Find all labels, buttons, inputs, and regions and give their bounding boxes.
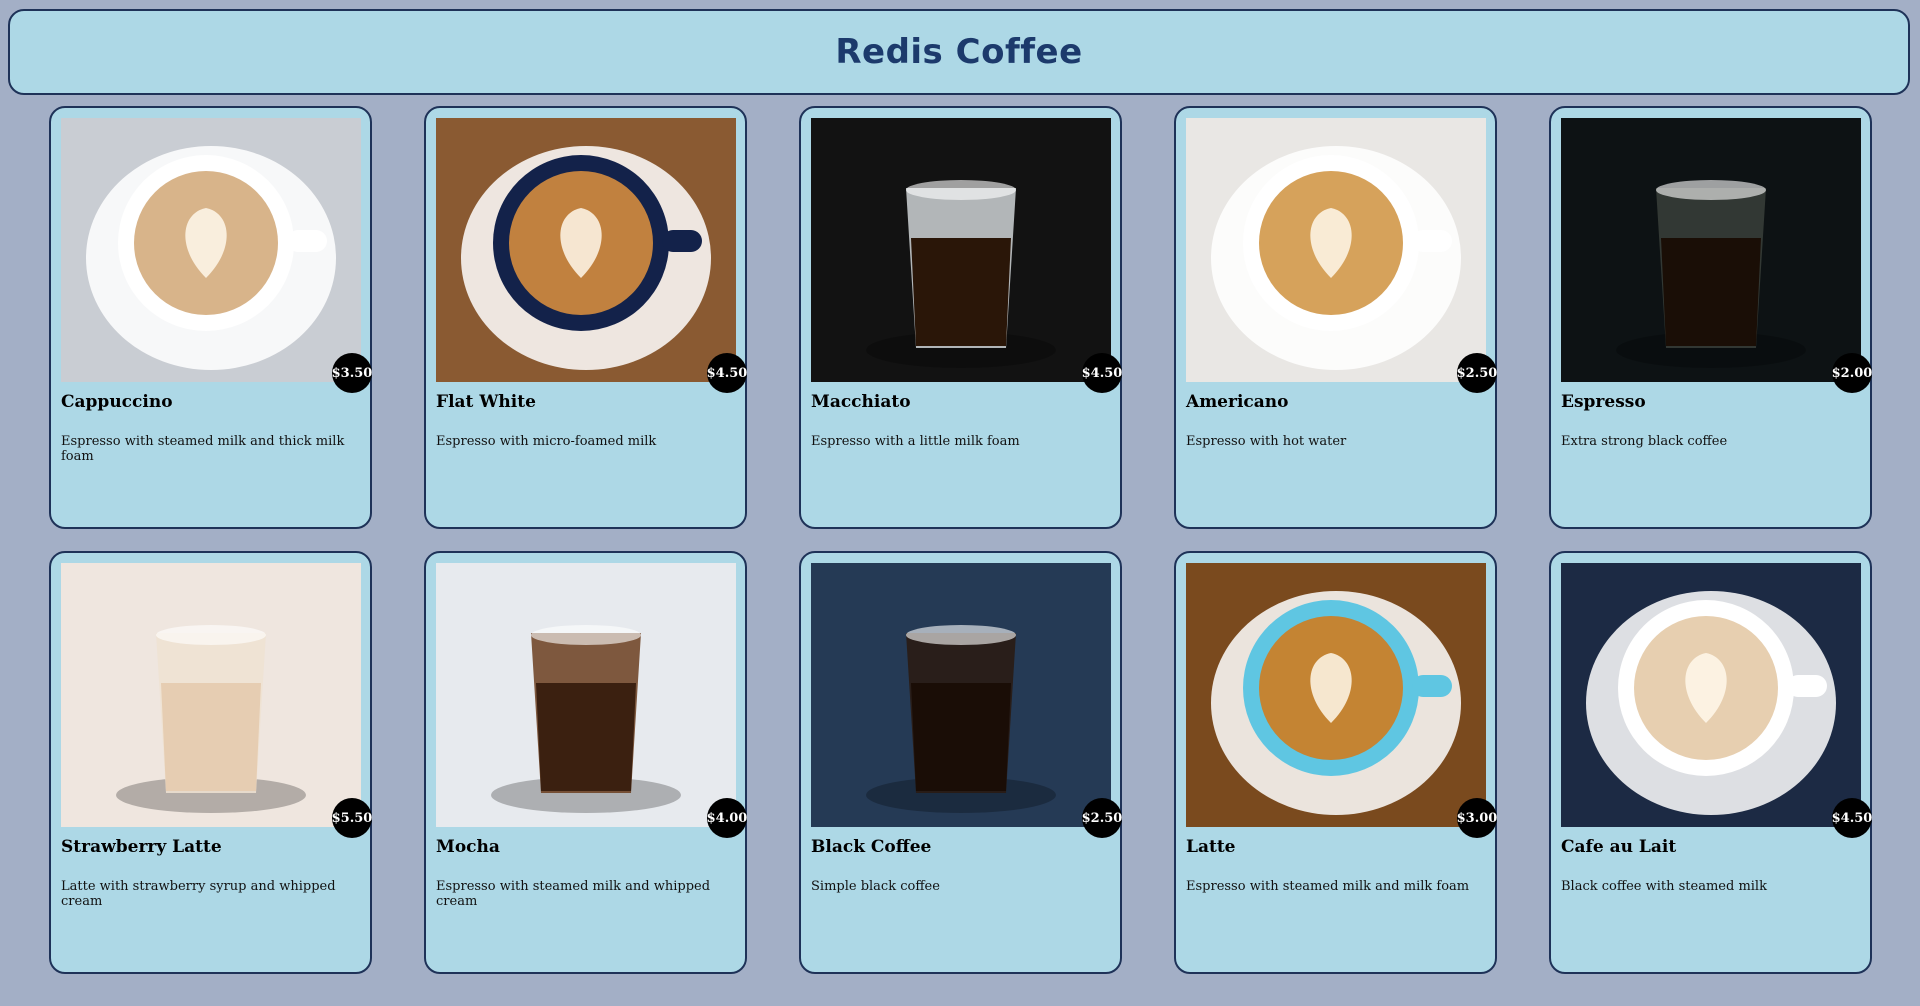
product-card-cappuccino[interactable]: $3.50 Cappuccino Espresso with steamed mil… [49, 106, 372, 529]
product-card-macchiato[interactable]: $4.50 Macchiato Espresso with a little mil… [799, 106, 1122, 529]
product-image: $2.50 [1186, 118, 1497, 393]
product-image: $3.50 [61, 118, 372, 393]
product-card-black-coffee[interactable]: $2.50 Black Coffee Simple black coffee [799, 551, 1122, 974]
macchiato-photo [811, 118, 1111, 382]
price-badge: $2.00 [1832, 353, 1872, 393]
product-name: Latte [1186, 837, 1236, 857]
product-card-cafe-au-lait[interactable]: $4.50 Cafe au Lait Black coffee with steam… [1549, 551, 1872, 974]
product-description: Latte with strawberry syrup and whipped … [61, 879, 336, 909]
header-banner: Redis Coffee [8, 9, 1910, 95]
product-description: Espresso with steamed milk and whipped c… [436, 879, 711, 909]
product-description: Extra strong black coffee [1561, 434, 1728, 449]
product-image: $4.50 [436, 118, 747, 393]
product-image: $5.50 [61, 563, 372, 838]
cafe-au-lait-photo [1561, 563, 1861, 827]
product-name: Cafe au Lait [1561, 837, 1677, 857]
product-name: Strawberry Latte [61, 837, 222, 857]
product-name: Macchiato [811, 392, 911, 412]
product-image: $2.50 [811, 563, 1122, 838]
product-description: Espresso with micro-foamed milk [436, 434, 657, 449]
page-title: Redis Coffee [835, 32, 1083, 72]
mocha-photo [436, 563, 736, 827]
price-badge: $4.50 [707, 353, 747, 393]
product-name: Espresso [1561, 392, 1646, 412]
price-badge: $4.50 [1082, 353, 1122, 393]
product-image: $3.00 [1186, 563, 1497, 838]
product-card-flat-white[interactable]: $4.50 Flat White Espresso with micro-foame… [424, 106, 747, 529]
price-badge: $4.00 [707, 798, 747, 838]
product-card-mocha[interactable]: $4.00 Mocha Espresso with steamed milk and… [424, 551, 747, 974]
product-name: Cappuccino [61, 392, 173, 412]
product-card-americano[interactable]: $2.50 Americano Espresso with hot water [1174, 106, 1497, 529]
product-image: $4.00 [436, 563, 747, 838]
americano-photo [1186, 118, 1486, 382]
product-name: Americano [1186, 392, 1289, 412]
price-badge: $3.00 [1457, 798, 1497, 838]
product-description: Espresso with steamed milk and milk foam [1186, 879, 1470, 894]
product-image: $2.00 [1561, 118, 1872, 393]
strawberry-latte-photo [61, 563, 361, 827]
product-name: Black Coffee [811, 837, 932, 857]
product-card-espresso[interactable]: $2.00 Espresso Extra strong black coffee [1549, 106, 1872, 529]
product-description: Espresso with a little milk foam [811, 434, 1020, 449]
product-card-strawberry-latte[interactable]: $5.50 Strawberry Latte Latte with strawber… [49, 551, 372, 974]
product-image: $4.50 [811, 118, 1122, 393]
price-badge: $3.50 [332, 353, 372, 393]
product-image: $4.50 [1561, 563, 1872, 838]
price-badge: $4.50 [1832, 798, 1872, 838]
product-name: Flat White [436, 392, 536, 412]
cappuccino-photo [61, 118, 361, 382]
product-description: Espresso with hot water [1186, 434, 1347, 449]
black-coffee-photo [811, 563, 1111, 827]
product-description: Simple black coffee [811, 879, 940, 894]
latte-photo [1186, 563, 1486, 827]
product-card-latte[interactable]: $3.00 Latte Espresso with steamed milk and… [1174, 551, 1497, 974]
product-description: Espresso with steamed milk and thick mil… [61, 434, 345, 464]
price-badge: $2.50 [1457, 353, 1497, 393]
espresso-photo [1561, 118, 1861, 382]
price-badge: $2.50 [1082, 798, 1122, 838]
flat-white-photo [436, 118, 736, 382]
product-description: Black coffee with steamed milk [1561, 879, 1767, 894]
product-grid: $3.50 Cappuccino Espresso with steamed mil… [49, 106, 1872, 974]
price-badge: $5.50 [332, 798, 372, 838]
product-name: Mocha [436, 837, 500, 857]
